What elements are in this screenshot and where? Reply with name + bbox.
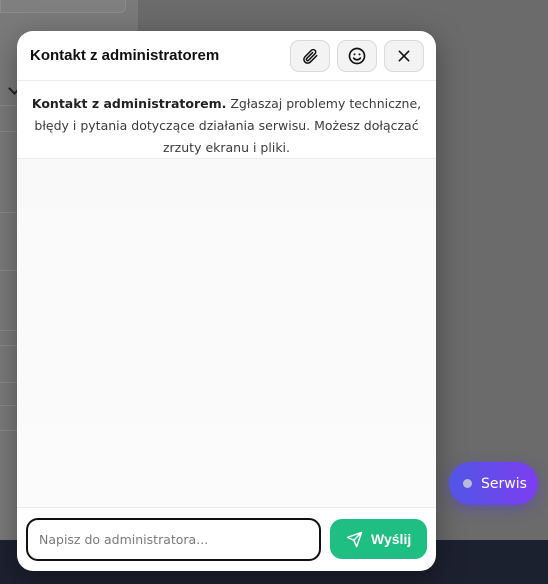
send-icon (346, 531, 363, 547)
service-chat-button[interactable]: Serwis (449, 462, 538, 505)
info-heading: Kontakt z administratorem. (31, 96, 227, 111)
send-button[interactable]: Wyślij (330, 519, 427, 559)
emoji-button[interactable] (337, 39, 377, 72)
dialog-info-text: Kontakt z administratorem. Zgłaszaj prob… (17, 81, 436, 159)
dialog-title: Kontakt z administratorem (30, 47, 220, 64)
message-list[interactable] (17, 159, 436, 507)
header-actions (290, 39, 424, 72)
service-label: Serwis (481, 475, 527, 492)
status-dot (463, 479, 472, 488)
paperclip-icon (303, 48, 318, 64)
send-label: Wyślij (371, 531, 412, 547)
close-icon (398, 50, 410, 61)
attach-button[interactable] (290, 39, 330, 72)
message-input[interactable] (26, 517, 322, 561)
background-card (0, 0, 126, 13)
admin-contact-dialog: Kontakt z administratorem Kontakt z admi… (17, 31, 436, 571)
dialog-header: Kontakt z administratorem (17, 31, 436, 81)
compose-bar: Wyślij (17, 507, 436, 570)
close-button[interactable] (384, 39, 424, 72)
smiley-icon (348, 47, 366, 64)
